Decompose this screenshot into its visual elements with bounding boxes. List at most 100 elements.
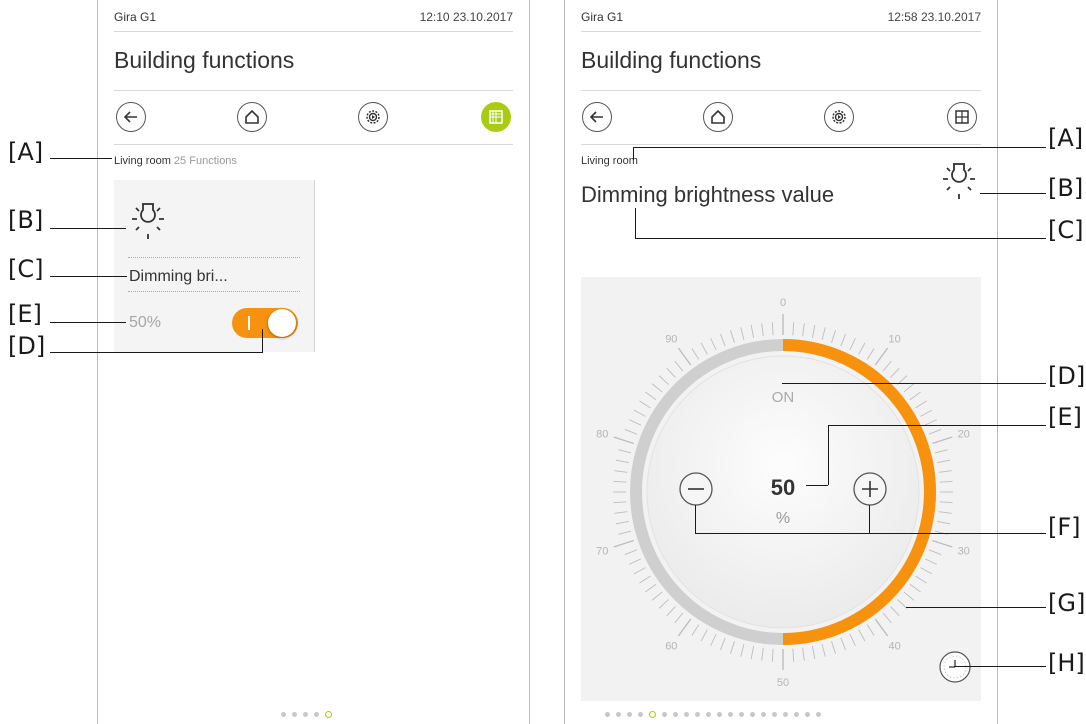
decrease-button[interactable] bbox=[679, 472, 713, 506]
tile-function-name: Dimming bri... bbox=[129, 268, 228, 285]
dial-tick bbox=[909, 583, 921, 593]
grid-view-button[interactable] bbox=[947, 102, 977, 132]
page-indicator-left[interactable] bbox=[281, 711, 332, 718]
dial-tick bbox=[613, 436, 634, 445]
tile-value: 50% bbox=[129, 314, 162, 331]
dial-tick bbox=[700, 342, 708, 355]
home-button[interactable] bbox=[237, 102, 267, 132]
page-dot[interactable] bbox=[662, 712, 667, 717]
callout-b-right: [B] bbox=[1048, 174, 1084, 202]
page-dot[interactable] bbox=[673, 712, 678, 717]
page-dot[interactable] bbox=[805, 712, 810, 717]
page-dot[interactable] bbox=[684, 712, 689, 717]
page-dot[interactable] bbox=[281, 712, 286, 717]
page-dot[interactable] bbox=[638, 712, 643, 717]
page-dot-current[interactable] bbox=[649, 711, 656, 718]
page-dot[interactable] bbox=[783, 712, 788, 717]
brightness-dial[interactable]: 0 10 20 30 40 50 60 70 80 90 ON 50 % bbox=[581, 277, 981, 701]
switch-on-mark bbox=[248, 316, 250, 330]
divider bbox=[581, 144, 981, 145]
tile-divider bbox=[128, 291, 300, 292]
callout-c-right: [C] bbox=[1048, 216, 1084, 244]
dial-tick bbox=[903, 591, 915, 601]
page-dot[interactable] bbox=[605, 712, 610, 717]
dial-tick bbox=[849, 337, 856, 351]
page-dot[interactable] bbox=[695, 712, 700, 717]
date-time: 12:10 23.10.2017 bbox=[419, 10, 513, 24]
dial-tick bbox=[866, 348, 875, 360]
dial-tick bbox=[645, 583, 657, 593]
dial-tick bbox=[730, 330, 735, 343]
toggle-switch[interactable] bbox=[232, 308, 298, 338]
page-dot[interactable] bbox=[750, 712, 755, 717]
back-button[interactable] bbox=[116, 102, 146, 132]
callout-line bbox=[954, 666, 1046, 667]
dial-tick bbox=[658, 599, 669, 609]
page-dot[interactable] bbox=[616, 712, 621, 717]
callout-line bbox=[50, 322, 126, 323]
function-count: 25 bbox=[173, 155, 187, 167]
timer-button[interactable] bbox=[939, 651, 971, 683]
dial-tick bbox=[730, 641, 735, 654]
callout-c-left: [C] bbox=[8, 255, 44, 283]
page-dot[interactable] bbox=[728, 712, 733, 717]
dial-tick bbox=[821, 327, 826, 341]
back-button[interactable] bbox=[582, 102, 612, 132]
grid-view-button[interactable] bbox=[481, 102, 511, 132]
page-dot[interactable] bbox=[706, 712, 711, 717]
page-indicator-right[interactable] bbox=[605, 711, 821, 718]
page-dot[interactable] bbox=[739, 712, 744, 717]
status-bar: Gira G1 12:10 23.10.2017 bbox=[114, 10, 513, 26]
dial-tick bbox=[938, 470, 952, 473]
dial-tick bbox=[666, 606, 676, 617]
page-dot[interactable] bbox=[772, 712, 777, 717]
page-dot[interactable] bbox=[794, 712, 799, 717]
callout-line bbox=[50, 228, 126, 229]
dial-tick bbox=[915, 575, 927, 584]
callout-d-right: [D] bbox=[1048, 362, 1086, 390]
switch-knob[interactable] bbox=[268, 309, 296, 337]
page-dot[interactable] bbox=[717, 712, 722, 717]
page-dot[interactable] bbox=[627, 712, 632, 717]
dial-tick bbox=[909, 391, 921, 401]
settings-gear-icon bbox=[366, 110, 380, 124]
callout-g-right: [G] bbox=[1048, 589, 1086, 617]
dial-tick bbox=[633, 567, 646, 575]
dial-tick bbox=[937, 520, 951, 525]
dial-tick bbox=[928, 549, 942, 555]
page-dot[interactable] bbox=[303, 712, 308, 717]
function-tile[interactable]: Dimming bri... 50% bbox=[114, 180, 315, 352]
dial-tick bbox=[691, 348, 700, 360]
settings-button[interactable] bbox=[358, 102, 388, 132]
dial-tick bbox=[928, 429, 942, 435]
settings-button[interactable] bbox=[824, 102, 854, 132]
page-dot[interactable] bbox=[292, 712, 297, 717]
page-dot[interactable] bbox=[314, 712, 319, 717]
dial-tick bbox=[750, 646, 755, 660]
dial-tick bbox=[802, 323, 805, 337]
dial-tick bbox=[792, 648, 795, 662]
dial-tick bbox=[651, 591, 663, 601]
page-dot[interactable] bbox=[761, 712, 766, 717]
dial-tick bbox=[882, 612, 892, 624]
home-button[interactable] bbox=[703, 102, 733, 132]
dial-tick bbox=[651, 383, 663, 393]
dial-tick bbox=[903, 383, 915, 393]
callout-line bbox=[695, 505, 696, 533]
grid-icon bbox=[489, 110, 503, 124]
dial-tick bbox=[624, 549, 638, 555]
callout-line bbox=[633, 147, 634, 160]
increase-button[interactable] bbox=[853, 472, 887, 506]
page-dot-current[interactable] bbox=[325, 711, 332, 718]
dial-tick bbox=[691, 624, 700, 636]
dial-tick bbox=[840, 637, 846, 651]
dial-tick bbox=[840, 333, 846, 347]
dial-tick bbox=[761, 323, 764, 337]
dial-tick bbox=[618, 449, 632, 454]
date-time: 12:58 23.10.2017 bbox=[887, 10, 981, 24]
callout-e-left: [E] bbox=[8, 300, 42, 328]
dial-tick bbox=[750, 324, 755, 338]
page-dot[interactable] bbox=[816, 712, 821, 717]
dial-state: ON bbox=[772, 389, 795, 406]
dial-tick bbox=[613, 539, 634, 548]
